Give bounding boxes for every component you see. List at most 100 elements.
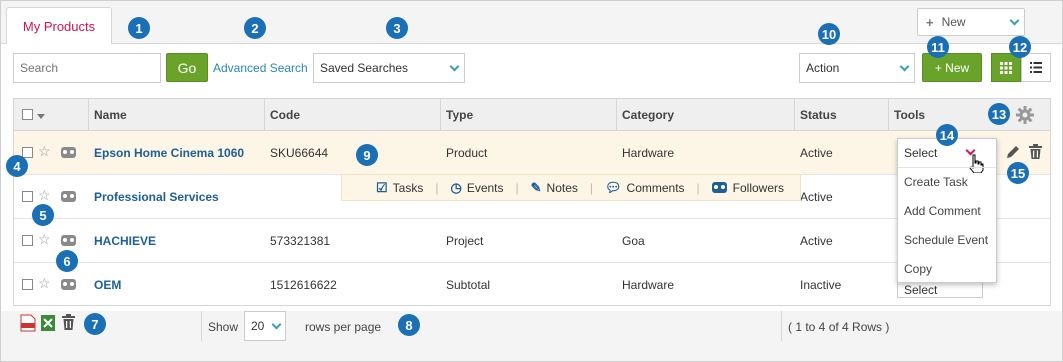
menu-item-create-task[interactable]: Create Task (904, 175, 968, 189)
events-action[interactable]: ◷ Events (450, 180, 503, 196)
trash-icon[interactable] (62, 314, 75, 330)
follow-owl-icon[interactable] (61, 191, 76, 202)
star-icon[interactable]: ☆ (38, 231, 51, 248)
product-category: Hardware (622, 146, 675, 160)
product-type: Subtotal (446, 278, 491, 292)
star-icon[interactable]: ☆ (38, 143, 51, 160)
row-checkbox[interactable] (22, 191, 33, 202)
action-select[interactable]: Action (799, 53, 915, 83)
callout-badge-12: 12 (1009, 36, 1031, 58)
list-view-toggle[interactable] (1021, 53, 1051, 82)
menu-item-add-comment[interactable]: Add Comment (904, 204, 981, 218)
tasks-action[interactable]: ☑ Tasks (376, 180, 423, 196)
search-input[interactable] (13, 53, 161, 83)
follow-owl-icon[interactable] (61, 279, 76, 290)
product-name-link[interactable]: HACHIEVE (94, 219, 156, 263)
star-icon[interactable]: ☆ (38, 187, 51, 204)
caret-down-icon[interactable] (37, 114, 45, 119)
divider: | (589, 180, 594, 195)
callout-badge-13: 13 (988, 103, 1010, 125)
new-button[interactable]: + New (922, 53, 982, 82)
product-code: 573321381 (270, 234, 331, 248)
follow-owl-icon[interactable] (61, 147, 76, 158)
follow-owl-icon[interactable] (61, 235, 76, 246)
row-tools-select-value: Select (904, 283, 938, 297)
advanced-search-link[interactable]: Advanced Search (213, 61, 308, 75)
star-icon[interactable]: ☆ (38, 275, 51, 292)
followers-action[interactable]: Followers (711, 180, 785, 195)
column-divider (264, 99, 265, 131)
column-header-tools: Tools (894, 108, 926, 122)
row-checkbox[interactable] (22, 279, 33, 290)
column-header-status[interactable]: Status (800, 99, 837, 131)
chevron-down-icon (1009, 15, 1020, 26)
app-frame: My Products + New Go Advanced Search Sav… (0, 0, 1063, 362)
saved-searches-select[interactable]: Saved Searches (313, 53, 465, 83)
tab-bar: My Products + New (1, 1, 1062, 45)
grid-footer: Show 20 rows per page ( 1 to 4 of 4 Rows… (1, 311, 1062, 361)
table-row[interactable]: ☆ OEM 1512616622 Subtotal Hardware Inact… (14, 263, 1050, 307)
product-status: Inactive (800, 278, 842, 292)
excel-export-icon[interactable] (40, 314, 56, 332)
menu-item-copy[interactable]: Copy (904, 262, 932, 276)
hand-cursor-icon (969, 154, 984, 173)
clock-icon: ◷ (450, 179, 462, 195)
comment-bubble-icon: 💬︎ (605, 179, 622, 195)
callout-badge-7: 7 (84, 313, 106, 335)
show-label: Show (208, 320, 239, 334)
column-header-code[interactable]: Code (270, 99, 300, 131)
chevron-down-icon (271, 319, 282, 330)
divider: | (515, 180, 519, 195)
callout-badge-3: 3 (386, 17, 408, 39)
notes-label: Notes (546, 180, 578, 195)
column-header-category[interactable]: Category (622, 99, 674, 131)
table-row[interactable]: ☆ Epson Home Cinema 1060 SKU66644 Produc… (14, 131, 1050, 175)
tab-my-products[interactable]: My Products (6, 7, 112, 45)
table-row[interactable]: ☆ HACHIEVE 573321381 Project Goa Active (14, 219, 1050, 263)
notes-action[interactable]: ✎ Notes (531, 180, 578, 196)
followers-label: Followers (732, 180, 785, 195)
list-icon (1030, 62, 1042, 73)
comments-action[interactable]: 💬︎ Comments (605, 180, 685, 196)
grid-icon (1000, 61, 1012, 74)
page-size-select[interactable]: 20 (244, 311, 286, 341)
gear-icon[interactable] (1016, 106, 1034, 124)
callout-badge-9: 9 (356, 144, 378, 166)
new-dropdown-label: New (941, 15, 966, 29)
product-status: Active (800, 190, 833, 204)
product-name-link[interactable]: Epson Home Cinema 1060 (94, 131, 244, 175)
column-header-name[interactable]: Name (94, 99, 127, 131)
new-dropdown-button[interactable]: + New (917, 8, 1025, 36)
go-button[interactable]: Go (166, 53, 208, 82)
grid-header: Name Code Type Category Status Tools (14, 99, 1050, 131)
callout-badge-8: 8 (398, 314, 420, 336)
product-code: 1512616622 (270, 278, 337, 292)
callout-badge-2: 2 (244, 17, 266, 39)
product-name-link[interactable]: Professional Services (94, 175, 219, 219)
plus-icon: + (926, 14, 934, 30)
product-status: Active (800, 146, 833, 160)
product-category: Goa (622, 234, 645, 248)
edit-pencil-icon[interactable] (1006, 145, 1020, 159)
menu-item-schedule-event[interactable]: Schedule Event (904, 233, 988, 247)
column-divider (440, 99, 441, 131)
column-header-type[interactable]: Type (446, 99, 473, 131)
product-name-link[interactable]: OEM (94, 263, 121, 307)
tools-dropdown[interactable]: Select Create Task Add Comment Schedule … (897, 138, 997, 283)
events-label: Events (466, 180, 504, 195)
pdf-export-icon[interactable] (20, 314, 36, 332)
comments-label: Comments (626, 180, 685, 195)
callout-badge-4: 4 (6, 155, 28, 177)
callout-badge-6: 6 (56, 250, 78, 272)
task-clipboard-icon: ☑ (376, 179, 388, 195)
callout-badge-5: 5 (32, 204, 54, 226)
divider (201, 311, 202, 341)
trash-icon[interactable] (1029, 144, 1042, 159)
row-checkbox[interactable] (22, 235, 33, 246)
divider (898, 167, 996, 168)
divider (781, 311, 782, 341)
callout-badge-1: 1 (128, 17, 150, 39)
column-divider (794, 99, 795, 131)
select-all-checkbox[interactable] (22, 109, 33, 120)
row-action-bar: ☑ Tasks | ◷ Events | ✎ Notes | 💬︎ Comments |… (341, 174, 801, 201)
